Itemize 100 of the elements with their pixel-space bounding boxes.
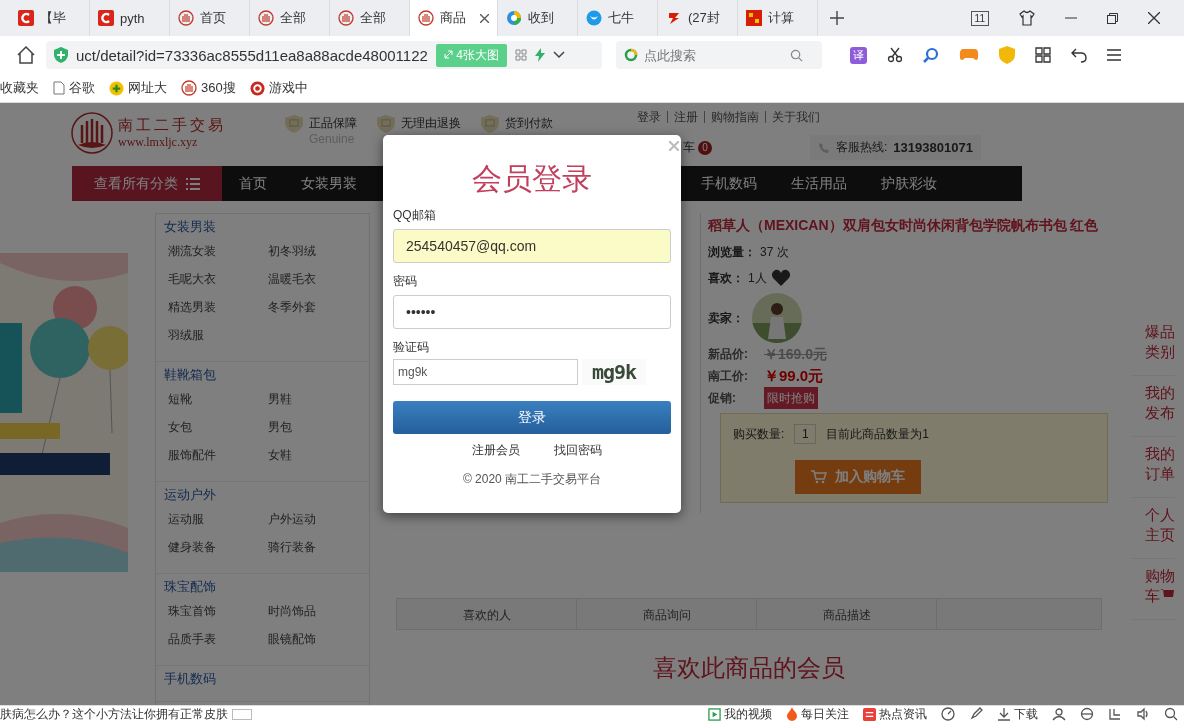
- category-item[interactable]: 温暖毛衣: [268, 265, 368, 293]
- translate-button[interactable]: 译: [850, 46, 867, 64]
- flame-icon: [786, 707, 798, 721]
- category-item[interactable]: 珠宝首饰: [168, 597, 268, 625]
- speaker-icon[interactable]: [1136, 707, 1150, 721]
- category-title[interactable]: 女装男装: [164, 217, 361, 237]
- category-item[interactable]: 运动服: [168, 505, 268, 533]
- detail-tab[interactable]: 商品描述: [757, 599, 937, 629]
- password-field[interactable]: ••••••: [393, 295, 671, 329]
- detail-tab[interactable]: 商品询问: [577, 599, 757, 629]
- category-item[interactable]: 毛呢大衣: [168, 265, 268, 293]
- plus-circle-icon: [109, 80, 124, 96]
- bookmark[interactable]: 游戏中: [249, 79, 308, 97]
- bookmark[interactable]: 收藏夹: [0, 79, 39, 97]
- category-item[interactable]: 户外运动: [268, 505, 368, 533]
- top-link[interactable]: 购物指南: [704, 111, 765, 123]
- login-button[interactable]: 登录: [393, 401, 671, 434]
- nav-item[interactable]: 首页: [222, 174, 284, 193]
- cart-link[interactable]: 车: [683, 139, 695, 156]
- search-field[interactable]: 点此搜索: [642, 46, 786, 64]
- undo-icon[interactable]: [1071, 47, 1087, 63]
- category-item[interactable]: 骑行装备: [268, 533, 368, 561]
- search-icon[interactable]: [1164, 707, 1178, 721]
- shirt-icon[interactable]: [1019, 10, 1035, 26]
- category-item[interactable]: 女包: [168, 413, 268, 441]
- status-button[interactable]: 下载: [997, 705, 1038, 722]
- promotion-tag: 限时抢购: [764, 387, 818, 409]
- bookmark[interactable]: 网址大: [109, 79, 167, 97]
- side-menu-item[interactable]: 我的发布: [1132, 376, 1175, 437]
- nav-item[interactable]: 女装男装: [284, 174, 374, 193]
- nav-item[interactable]: 生活用品: [774, 174, 864, 193]
- side-menu-item[interactable]: 我的订单: [1132, 437, 1175, 498]
- views-count: 37 次: [760, 244, 789, 261]
- close-icon[interactable]: [1148, 12, 1160, 24]
- dialog-link[interactable]: 注册会员: [472, 442, 520, 459]
- quantity-label: 购买数量:: [733, 425, 785, 443]
- close-tab-icon[interactable]: [480, 13, 489, 23]
- category-item[interactable]: 冬季外套: [268, 293, 368, 321]
- dialog-link[interactable]: 找回密码: [554, 442, 602, 459]
- side-menu-item[interactable]: 个人主页: [1132, 498, 1175, 559]
- top-link[interactable]: 注册: [667, 111, 704, 123]
- nav-item[interactable]: 护肤彩妆: [864, 174, 954, 193]
- gauge-icon[interactable]: [941, 707, 955, 721]
- restore-icon[interactable]: [1107, 12, 1118, 24]
- category-item[interactable]: 男鞋: [268, 385, 368, 413]
- new-tab-icon[interactable]: [830, 11, 844, 25]
- detail-tab[interactable]: 喜欢的人: [397, 599, 577, 629]
- category-title[interactable]: 手机数码: [164, 669, 361, 689]
- tab-count[interactable]: 11: [970, 10, 989, 26]
- menu-icon[interactable]: [1107, 49, 1121, 61]
- seller-label: 卖家：: [708, 310, 744, 327]
- category-item[interactable]: 眼镜配饰: [268, 625, 368, 653]
- users-icon[interactable]: [1052, 707, 1066, 721]
- captcha-image[interactable]: mg9k: [582, 359, 647, 385]
- status-button[interactable]: 我的视频: [708, 705, 772, 722]
- captcha-field[interactable]: mg9k: [393, 359, 578, 385]
- site-logo-icon: [338, 10, 354, 26]
- cart-count: 0: [698, 140, 712, 155]
- chevron-down-icon[interactable]: [552, 51, 565, 59]
- side-menu-item[interactable]: 爆品类别: [1132, 315, 1175, 376]
- category-title[interactable]: 珠宝配饰: [164, 577, 361, 597]
- email-field[interactable]: 254540457@qq.com: [393, 229, 671, 263]
- all-categories-button[interactable]: 查看所有分类: [72, 166, 222, 201]
- download-icon[interactable]: [997, 707, 1011, 721]
- browser-tab[interactable]: 商品: [410, 0, 498, 36]
- category-item[interactable]: 羽绒服: [168, 321, 268, 349]
- category-item[interactable]: 初冬羽绒: [268, 237, 368, 265]
- scissors-icon[interactable]: [887, 47, 903, 63]
- home-icon[interactable]: [16, 46, 36, 64]
- category-item[interactable]: 潮流女装: [168, 237, 268, 265]
- grid-icon[interactable]: [1035, 47, 1051, 63]
- heart-icon[interactable]: [770, 269, 791, 287]
- nav-item[interactable]: 手机数码: [684, 174, 774, 193]
- category-item[interactable]: 男包: [268, 413, 368, 441]
- magnifier-icon[interactable]: [923, 47, 939, 63]
- side-menu-item[interactable]: 购物车: [1132, 559, 1175, 620]
- category-item[interactable]: 时尚饰品: [268, 597, 368, 625]
- address-bar[interactable]: uct/detail?id=73336ac8555d11ea8a88acde48001122 4张大图: [46, 41, 602, 69]
- search-box[interactable]: 点此搜索: [616, 41, 822, 69]
- bookmark[interactable]: 360搜: [181, 79, 236, 97]
- shield-icon: [54, 47, 68, 63]
- category-item[interactable]: 服饰配件: [168, 441, 268, 469]
- bookmark[interactable]: 谷歌: [53, 79, 95, 97]
- search-icon[interactable]: [790, 48, 803, 62]
- category-item[interactable]: 健身装备: [168, 533, 268, 561]
- add-to-cart-button[interactable]: 加入购物车: [795, 460, 921, 494]
- status-button[interactable]: 热点资讯: [863, 705, 927, 722]
- news-ticker[interactable]: 肤病怎么办？这个小方法让你拥有正常皮肤: [0, 705, 228, 722]
- category-item[interactable]: 短靴: [168, 385, 268, 413]
- category-item[interactable]: 品质手表: [168, 625, 268, 653]
- expand-icon: [443, 49, 453, 59]
- promotion-label: 促销:: [708, 390, 737, 407]
- category-item[interactable]: 精选男装: [168, 293, 268, 321]
- category-title[interactable]: 运动户外: [164, 485, 361, 505]
- status-button[interactable]: 每日关注: [786, 705, 849, 722]
- top-link[interactable]: 关于我们: [765, 111, 826, 123]
- category-item[interactable]: 女鞋: [268, 441, 368, 469]
- quantity-field[interactable]: 1: [794, 424, 817, 444]
- top-link[interactable]: 登录: [637, 111, 667, 123]
- category-title[interactable]: 鞋靴箱包: [164, 365, 361, 385]
